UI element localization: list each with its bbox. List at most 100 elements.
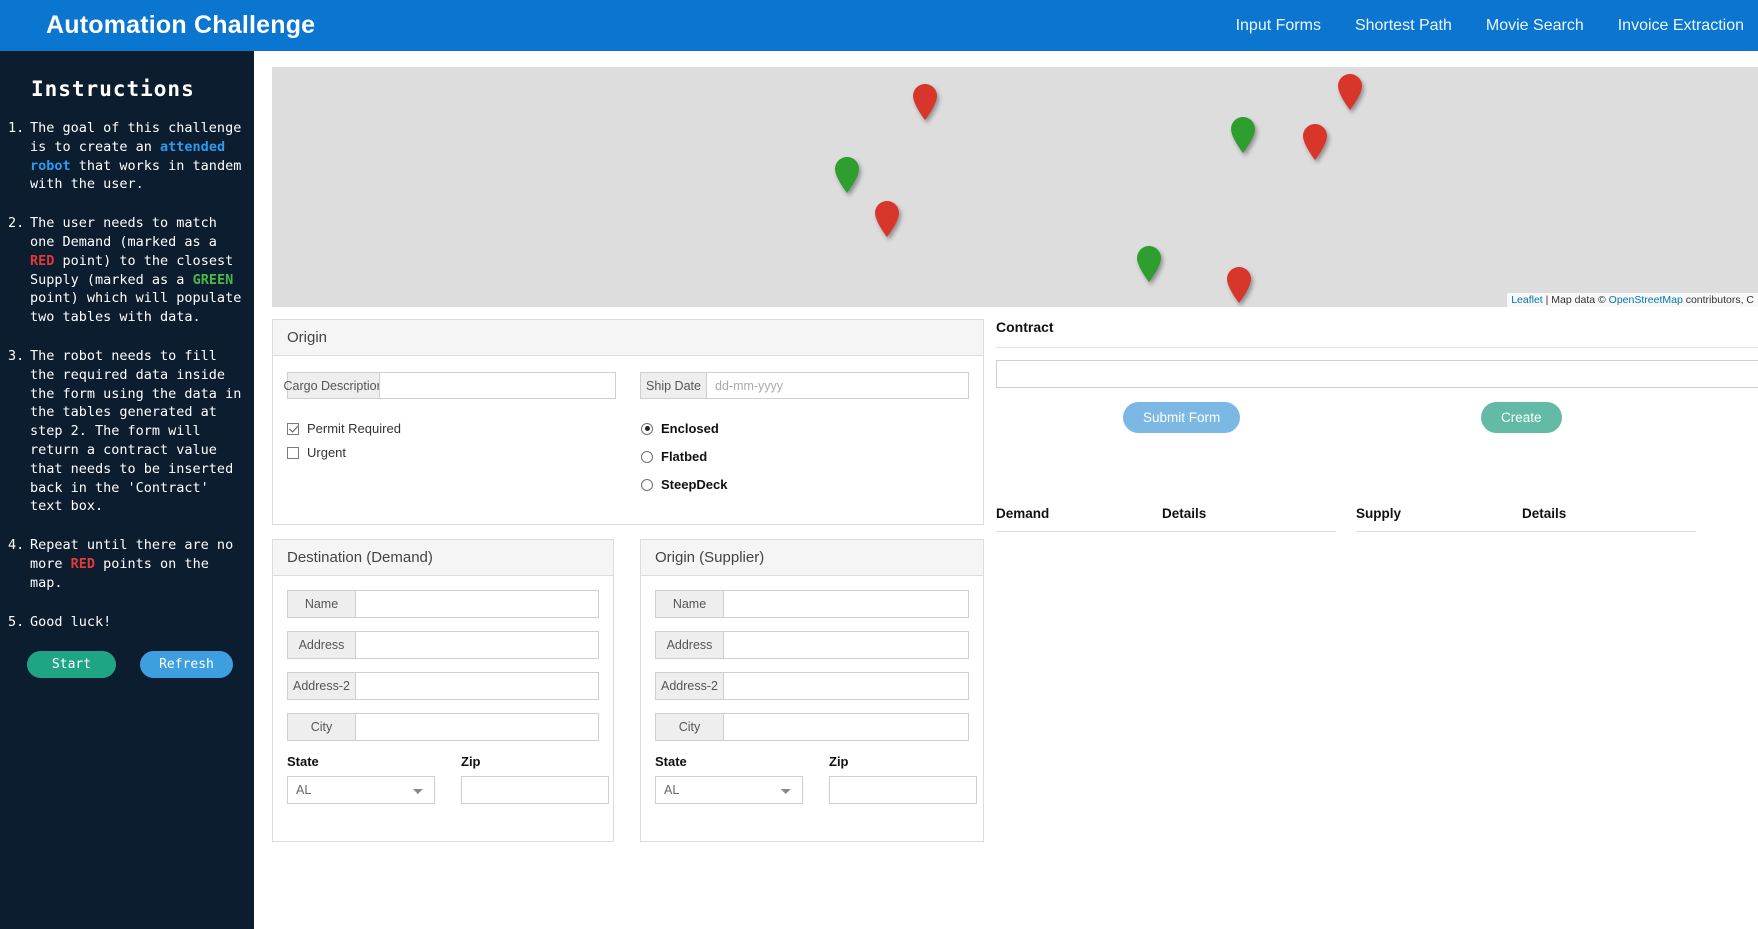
nav-link-input-forms[interactable]: Input Forms — [1236, 17, 1321, 35]
instruction-steps-list: 1. The goal of this challenge is to creat… — [0, 119, 254, 631]
supply-table: Supply Details — [1356, 506, 1696, 532]
nav-link-invoice-extraction[interactable]: Invoice Extraction — [1618, 17, 1744, 35]
cargo-description-input[interactable] — [379, 372, 616, 399]
step-number: 3. — [8, 347, 25, 364]
contract-panel: Contract Submit Form Create — [996, 319, 1758, 442]
radio-row[interactable]: Enclosed — [641, 421, 727, 436]
radio-row[interactable]: SteepDeck — [641, 477, 727, 492]
supply-marker-icon[interactable] — [1230, 116, 1256, 154]
demand-marker-icon[interactable] — [1302, 123, 1328, 161]
instruction-step: 4. Repeat until there are no more RED poi… — [0, 536, 254, 592]
destination-address-group: Address — [287, 631, 599, 659]
field-label: Name — [287, 590, 355, 618]
destination-zip-input[interactable] — [461, 776, 609, 804]
supplier-address-2-input[interactable] — [723, 672, 969, 700]
instruction-step: 1. The goal of this challenge is to creat… — [0, 119, 254, 194]
openstreetmap-link[interactable]: OpenStreetMap — [1609, 294, 1683, 306]
step-text-fragment: The robot needs to fill the required dat… — [30, 347, 242, 515]
nav-link-shortest-path[interactable]: Shortest Path — [1355, 17, 1452, 35]
destination-card-body: Name Address Address-2 City State ALAKAZARCA Z… — [273, 576, 613, 804]
supplier-card-title: Origin (Supplier) — [641, 540, 983, 576]
destination-state-zip-row: State ALAKAZARCA Zip — [287, 754, 609, 804]
field-label: City — [655, 713, 723, 741]
supplier-name-input[interactable] — [723, 590, 969, 618]
demand-marker-icon[interactable] — [874, 200, 900, 238]
destination-city-group: City — [287, 713, 599, 741]
zip-column: Zip — [461, 754, 609, 804]
instruction-step: 3. The robot needs to fill the required d… — [0, 347, 254, 516]
supplier-state-select[interactable]: ALAKAZARCA — [655, 776, 803, 804]
top-navbar: Automation Challenge Input Forms Shortes… — [0, 0, 1758, 51]
radio-icon[interactable] — [641, 478, 653, 491]
step-text-fragment: RED — [70, 555, 96, 572]
demand-marker-icon[interactable] — [1337, 73, 1363, 111]
start-button[interactable]: Start — [27, 651, 116, 679]
map-attribution: Leaflet | Map data © OpenStreetMap contr… — [1507, 293, 1758, 307]
data-tables: Demand Details Supply Details — [996, 506, 1758, 532]
destination-demand-card: Destination (Demand) Name Address Address-… — [272, 539, 614, 842]
step-text-fragment: Good luck! — [30, 613, 112, 630]
supplier-address-group: Address — [655, 631, 969, 659]
cargo-description-group: Cargo Description — [283, 372, 616, 399]
demand-marker-icon[interactable] — [912, 83, 938, 121]
radio-row[interactable]: Flatbed — [641, 449, 727, 464]
zip-column: Zip — [829, 754, 977, 804]
origin-card: Origin Cargo Description Ship Date dd-mm… — [272, 319, 984, 525]
checkbox-row[interactable]: Urgent — [287, 445, 617, 460]
instructions-sidebar: Instructions 1. The goal of this challeng… — [0, 51, 254, 929]
state-label: State — [655, 754, 687, 769]
step-text-fragment: point) which will populate two tables wi… — [30, 290, 242, 326]
destination-name-input[interactable] — [355, 590, 599, 618]
destination-address-2-input[interactable] — [355, 672, 599, 700]
checkbox-row[interactable]: Permit Required — [287, 421, 617, 436]
radio-icon[interactable] — [641, 450, 653, 463]
supplier-city-input[interactable] — [723, 713, 969, 741]
attribution-suffix: contributors, C — [1682, 294, 1754, 306]
supplier-address-2-group: Address-2 — [655, 672, 969, 700]
contract-input[interactable] — [996, 360, 1758, 388]
radio-icon[interactable] — [641, 422, 653, 435]
origin-supplier-card: Origin (Supplier) Name Address Address-2 Ci… — [640, 539, 984, 842]
leaflet-link[interactable]: Leaflet — [1511, 294, 1543, 306]
supply-details-col-header: Details — [1522, 506, 1567, 521]
attribution-mid: | Map data © — [1542, 294, 1609, 306]
demand-col-header: Demand — [996, 506, 1050, 521]
create-button[interactable]: Create — [1481, 402, 1562, 433]
demand-marker-icon[interactable] — [1226, 266, 1252, 304]
ship-date-input[interactable] — [706, 372, 969, 399]
origin-card-title: Origin — [273, 320, 983, 356]
supplier-zip-input[interactable] — [829, 776, 977, 804]
destination-card-title: Destination (Demand) — [273, 540, 613, 576]
refresh-button[interactable]: Refresh — [140, 651, 233, 679]
checkbox-label: Permit Required — [307, 421, 401, 436]
field-label: Address-2 — [655, 672, 723, 700]
radio-label: Flatbed — [661, 449, 708, 464]
nav-links: Input Forms Shortest Path Movie Search I… — [1236, 17, 1744, 35]
nav-link-movie-search[interactable]: Movie Search — [1486, 17, 1584, 35]
destination-name-group: Name — [287, 590, 599, 618]
state-label: State — [287, 754, 319, 769]
sidebar-action-buttons: Start Refresh — [0, 651, 254, 679]
leaflet-map[interactable]: Leaflet | Map data © OpenStreetMap contr… — [272, 67, 1758, 307]
supplier-address-input[interactable] — [723, 631, 969, 659]
demand-table-header: Demand Details — [996, 506, 1336, 531]
ship-date-group: Ship Date — [640, 372, 969, 399]
supply-table-header: Supply Details — [1356, 506, 1696, 531]
origin-checkbox-group: Permit Required Urgent — [287, 421, 617, 505]
instruction-step: 5. Good luck! — [0, 613, 254, 632]
origin-card-body: Cargo Description Ship Date Permit Requi… — [273, 356, 983, 505]
supplier-state-zip-row: State ALAKAZARCA Zip — [655, 754, 977, 804]
destination-city-input[interactable] — [355, 713, 599, 741]
submit-form-button[interactable]: Submit Form — [1123, 402, 1241, 433]
contract-actions: Submit Form Create — [996, 402, 1758, 442]
step-text-fragment: GREEN — [192, 271, 234, 288]
destination-state-select[interactable]: ALAKAZARCA — [287, 776, 435, 804]
destination-address-input[interactable] — [355, 631, 599, 659]
checkbox-icon[interactable] — [287, 422, 299, 435]
step-text-fragment: RED — [30, 252, 55, 269]
checkbox-icon[interactable] — [287, 446, 299, 459]
supplier-card-body: Name Address Address-2 City State ALAKAZARCA Z… — [641, 576, 983, 804]
supply-marker-icon[interactable] — [1136, 245, 1162, 283]
ship-date-label: Ship Date — [640, 372, 706, 399]
supply-marker-icon[interactable] — [834, 156, 860, 194]
